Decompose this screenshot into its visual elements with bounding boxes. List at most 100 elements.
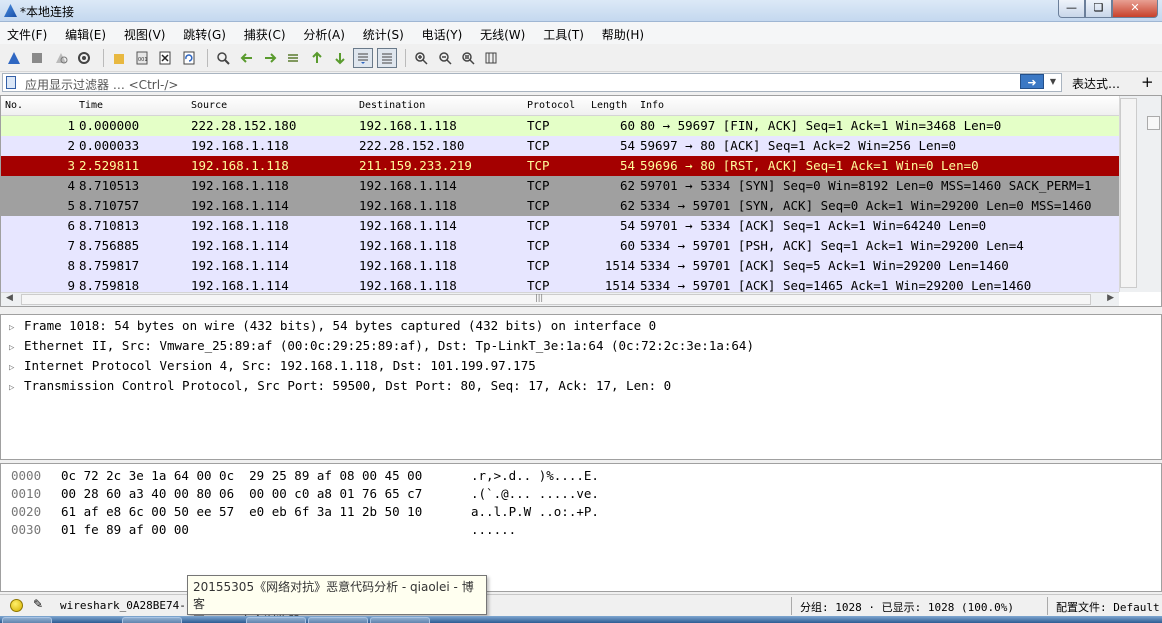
scroll-left-icon[interactable]: ◀ xyxy=(6,293,13,303)
grip-icon: ||| xyxy=(535,293,544,302)
taskbar-item[interactable] xyxy=(246,617,306,623)
packet-row[interactable]: 7 8.756885 192.168.1.114 192.168.1.118 TCP 60… xyxy=(1,236,1119,256)
detail-row-ip[interactable]: ▷ Internet Protocol Version 4, Src: 192.1… xyxy=(9,358,536,378)
menu-file[interactable]: 文件(F) xyxy=(0,22,54,43)
display-filter-input[interactable]: 应用显示过滤器 … <Ctrl-/> xyxy=(2,73,1062,92)
packet-row[interactable]: 8 8.759817 192.168.1.114 192.168.1.118 TCP 15… xyxy=(1,256,1119,276)
open-file-icon[interactable] xyxy=(109,48,129,68)
menu-view[interactable]: 视图(V) xyxy=(117,22,173,43)
packet-cell-proto: TCP xyxy=(527,138,550,153)
column-header-time[interactable]: Time xyxy=(79,100,103,111)
capture-comment-icon[interactable]: ✎ xyxy=(33,597,43,611)
bookmark-icon[interactable] xyxy=(6,76,16,89)
colorize-icon[interactable] xyxy=(376,47,397,68)
resize-columns-icon[interactable] xyxy=(481,48,501,68)
menu-capture[interactable]: 捕获(C) xyxy=(237,22,293,43)
add-filter-button[interactable]: + xyxy=(1141,73,1154,91)
bytes-hex[interactable]: 61 af e8 6c 00 50 ee 57 e0 eb 6f 3a 11 2… xyxy=(61,504,422,522)
save-file-icon[interactable]: 001 xyxy=(132,48,152,68)
detail-row-frame[interactable]: ▷ Frame 1018: 54 bytes on wire (432 bits)… xyxy=(9,318,656,338)
scroll-thumb[interactable] xyxy=(1147,116,1160,130)
column-header-no[interactable]: No. xyxy=(5,100,23,111)
packet-row[interactable]: 5 8.710757 192.168.1.114 192.168.1.118 TCP 62… xyxy=(1,196,1119,216)
packet-row[interactable]: 1 0.000000 222.28.152.180 192.168.1.118 TCP 6… xyxy=(1,116,1119,136)
last-packet-icon[interactable] xyxy=(330,48,350,68)
packet-row[interactable]: 4 8.710513 192.168.1.118 192.168.1.114 TCP 62… xyxy=(1,176,1119,196)
bytes-ascii[interactable]: a..l.P.W ..o:.+P. xyxy=(471,504,599,522)
column-header-length[interactable]: Length xyxy=(591,100,627,111)
packet-list-vscroll[interactable] xyxy=(1119,96,1161,292)
menu-telephony[interactable]: 电话(Y) xyxy=(415,22,470,43)
expand-icon[interactable]: ▷ xyxy=(9,383,24,393)
bytes-hex[interactable]: 00 28 60 a3 40 00 80 06 00 00 c0 a8 01 7… xyxy=(61,486,422,504)
start-capture-icon[interactable] xyxy=(4,48,24,68)
packet-list-hscroll[interactable]: ◀ ||| ▶ xyxy=(1,292,1119,306)
close-file-icon[interactable] xyxy=(155,48,175,68)
packet-cell-no: 1 xyxy=(67,118,75,133)
bytes-ascii[interactable]: .r,>.d.. )%....E. xyxy=(471,468,599,486)
column-header-protocol[interactable]: Protocol xyxy=(527,100,575,111)
packet-cell-proto: TCP xyxy=(527,278,550,293)
capture-filename: wireshark_0A28BE74-13 xyxy=(60,599,200,612)
capture-options-icon[interactable] xyxy=(74,48,94,68)
restart-capture-icon[interactable] xyxy=(51,48,71,68)
packet-cell-info: 5334 → 59701 [PSH, ACK] Seq=1 Ack=1 Win=… xyxy=(640,238,1024,253)
find-packet-icon[interactable] xyxy=(213,48,233,68)
scroll-right-icon[interactable]: ▶ xyxy=(1107,293,1114,303)
menu-wireless[interactable]: 无线(W) xyxy=(473,22,532,43)
go-back-icon[interactable] xyxy=(237,48,257,68)
profile-label[interactable]: 配置文件: Default xyxy=(1056,599,1160,615)
close-button[interactable]: ✕ xyxy=(1112,0,1158,18)
packet-cell-info: 80 → 59697 [FIN, ACK] Seq=1 Ack=1 Win=34… xyxy=(640,118,1002,133)
taskbar-item[interactable] xyxy=(122,617,182,623)
column-header-source[interactable]: Source xyxy=(191,100,227,111)
stop-capture-icon[interactable] xyxy=(27,48,47,68)
column-header-destination[interactable]: Destination xyxy=(359,100,425,111)
apply-filter-icon[interactable]: ➜ xyxy=(1020,74,1044,89)
expert-info-icon[interactable] xyxy=(10,599,23,612)
go-to-packet-icon[interactable] xyxy=(283,48,303,68)
taskbar-item[interactable] xyxy=(370,617,430,623)
detail-row-ethernet[interactable]: ▷ Ethernet II, Src: Vmware_25:89:af (00:0… xyxy=(9,338,754,358)
chevron-down-icon[interactable]: ▼ xyxy=(1047,74,1059,89)
start-button[interactable] xyxy=(2,617,52,623)
scroll-thumb[interactable] xyxy=(1120,98,1137,288)
menu-go[interactable]: 跳转(G) xyxy=(176,22,233,43)
bytes-ascii[interactable]: ...... xyxy=(471,522,516,540)
zoom-in-icon[interactable] xyxy=(411,48,431,68)
column-header-info[interactable]: Info xyxy=(640,100,664,111)
title-bar: *本地连接 — ❑ ✕ xyxy=(0,0,1162,22)
auto-scroll-icon[interactable] xyxy=(353,47,374,68)
packet-cell-src: 192.168.1.114 xyxy=(191,198,289,213)
packet-row[interactable]: 2 0.000033 192.168.1.118 222.28.152.180 TCP 5… xyxy=(1,136,1119,156)
menu-edit[interactable]: 编辑(E) xyxy=(58,22,113,43)
maximize-button[interactable]: ❑ xyxy=(1085,0,1112,18)
expand-icon[interactable]: ▷ xyxy=(9,363,24,373)
minimize-button[interactable]: — xyxy=(1058,0,1085,18)
packet-cell-info: 59701 → 5334 [ACK] Seq=1 Ack=1 Win=64240… xyxy=(640,218,987,233)
normal-size-icon[interactable] xyxy=(458,48,478,68)
detail-row-tcp[interactable]: ▷ Transmission Control Protocol, Src Port… xyxy=(9,378,671,398)
taskbar-item[interactable] xyxy=(308,617,368,623)
scroll-thumb[interactable] xyxy=(21,294,1091,305)
menu-statistics[interactable]: 统计(S) xyxy=(356,22,411,43)
packet-row[interactable]: 3 2.529811 192.168.1.118 211.159.233.219 TCP… xyxy=(1,156,1119,176)
packet-row[interactable]: 6 8.710813 192.168.1.118 192.168.1.114 TCP 54… xyxy=(1,216,1119,236)
expression-button[interactable]: 表达式… xyxy=(1072,75,1120,92)
reload-file-icon[interactable] xyxy=(179,48,199,68)
go-forward-icon[interactable] xyxy=(260,48,280,68)
menu-tools[interactable]: 工具(T) xyxy=(536,22,591,43)
bytes-ascii[interactable]: .(`.@... .....ve. xyxy=(471,486,599,504)
packet-details: ▷ Frame 1018: 54 bytes on wire (432 bits)… xyxy=(0,314,1162,460)
toolbar-separator xyxy=(405,48,407,67)
expand-icon[interactable]: ▷ xyxy=(9,343,24,353)
menu-help[interactable]: 帮助(H) xyxy=(595,22,651,43)
zoom-out-icon[interactable] xyxy=(435,48,455,68)
menu-analyze[interactable]: 分析(A) xyxy=(296,22,352,43)
packet-cell-proto: TCP xyxy=(527,258,550,273)
expand-icon[interactable]: ▷ xyxy=(9,323,24,333)
bytes-hex[interactable]: 0c 72 2c 3e 1a 64 00 0c 29 25 89 af 08 0… xyxy=(61,468,422,486)
first-packet-icon[interactable] xyxy=(307,48,327,68)
display-filter-bar: 应用显示过滤器 … <Ctrl-/> ➜ ▼ 表达式… + xyxy=(0,72,1162,94)
bytes-hex[interactable]: 01 fe 89 af 00 00 xyxy=(61,522,189,540)
